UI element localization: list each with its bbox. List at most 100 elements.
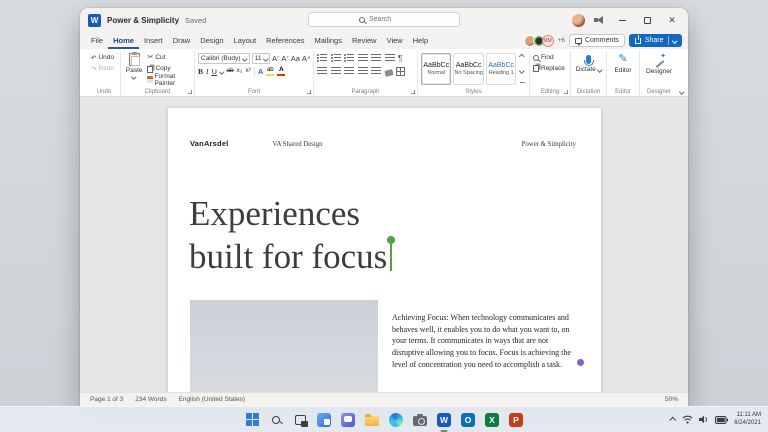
highlight-button[interactable]: ab [266,67,275,76]
close-button[interactable]: ✕ [664,13,680,27]
task-view-button[interactable] [292,412,308,428]
document-image[interactable] [190,300,378,392]
comments-button[interactable]: Comments [568,34,625,47]
shrink-font-button[interactable]: A ˅ [281,54,288,63]
font-family-select[interactable]: Calibri (Body) [198,53,250,64]
tab-references[interactable]: References [261,32,309,49]
edge-button[interactable] [388,412,404,428]
tab-mailings[interactable]: Mailings [309,32,347,49]
tab-view[interactable]: View [382,32,408,49]
align-center-button[interactable] [330,67,341,76]
cut-button[interactable]: ✂ Cut [147,52,191,63]
collaborator-overflow-count[interactable]: +6 [558,37,565,44]
borders-button[interactable] [396,67,405,76]
outlook-button[interactable]: O [460,412,476,428]
share-button[interactable]: Share [628,34,682,47]
word-taskbar-button[interactable]: W [436,412,452,432]
tab-review[interactable]: Review [347,32,382,49]
justify-button[interactable] [357,67,368,76]
decrease-indent-button[interactable] [357,54,368,63]
change-case-button[interactable]: Aa [291,55,300,63]
word-app-icon[interactable]: W [88,13,101,27]
megaphone-icon[interactable] [594,16,605,24]
taskbar-search-button[interactable] [268,412,284,428]
chat-button[interactable] [340,412,356,428]
battery-icon[interactable] [715,415,729,424]
document-canvas[interactable]: VanArsdel VA Shared Design Power & Simpl… [80,97,688,392]
editing-dialog-launcher[interactable] [564,90,568,94]
align-left-button[interactable] [317,67,327,76]
file-explorer-button[interactable] [364,412,380,428]
user-avatar[interactable] [572,13,585,27]
excel-button[interactable]: X [484,412,500,428]
styles-more-button[interactable] [519,82,525,83]
language-indicator[interactable]: English (United States) [179,396,245,403]
redo-button[interactable]: ↷ Redo [91,63,117,74]
tab-home[interactable]: Home [108,32,139,49]
text-effects-button[interactable]: A [258,68,263,76]
font-color-button[interactable]: A [277,66,286,77]
search-box[interactable] [308,12,460,27]
widgets-button[interactable] [316,412,332,428]
tab-file[interactable]: File [86,32,108,49]
find-button[interactable]: Find [533,52,567,63]
volume-icon[interactable] [699,415,709,424]
clear-formatting-button[interactable]: A ◢ [302,54,310,63]
wifi-icon[interactable] [682,415,693,424]
tab-draw[interactable]: Draw [168,32,196,49]
bullets-button[interactable] [317,54,327,63]
replace-button[interactable]: Replace [533,63,567,74]
tab-help[interactable]: Help [408,32,433,49]
ribbon-collapse-chevron[interactable] [678,88,684,94]
tab-insert[interactable]: Insert [139,32,168,49]
strikethrough-button[interactable]: ab [226,68,233,75]
document-heading[interactable]: Experiences built for focus [189,192,396,278]
page-indicator[interactable]: Page 1 of 3 [90,396,123,403]
align-right-button[interactable] [344,67,354,76]
font-dialog-launcher[interactable] [307,90,311,94]
tray-overflow-chevron[interactable] [669,416,677,424]
tab-layout[interactable]: Layout [229,32,262,49]
grow-font-button[interactable]: A ˄ [272,54,279,63]
undo-button[interactable]: ↶ Undo [91,52,117,63]
paste-button[interactable]: Paste [124,52,144,85]
word-count[interactable]: 234 Words [135,396,166,403]
format-painter-button[interactable]: Format Painter [147,73,191,87]
sort-button[interactable] [384,54,395,63]
italic-button[interactable]: I [206,68,209,76]
line-spacing-button[interactable] [371,67,381,76]
camera-button[interactable] [412,412,428,428]
bold-button[interactable]: B [198,68,203,76]
dictate-button[interactable]: Dictate [574,52,603,85]
underline-button[interactable]: U [212,68,217,76]
show-formatting-marks-button[interactable]: ¶ [398,54,402,63]
editor-button[interactable]: ✎ Editor [610,52,636,85]
subscript-button[interactable]: x₂ [237,68,243,75]
style-no-spacing[interactable]: AaBbCc No Spacing [453,53,484,85]
styles-scroll-down[interactable] [519,67,525,73]
start-button[interactable] [244,412,260,428]
numbering-button[interactable] [330,54,341,63]
document-page[interactable]: VanArsdel VA Shared Design Power & Simpl… [168,108,601,392]
font-size-select[interactable]: 11 [251,53,270,64]
collaborator-presence-badge[interactable] [576,358,585,367]
powerpoint-button[interactable]: P [508,412,524,428]
paragraph-dialog-launcher[interactable] [411,90,415,94]
designer-button[interactable]: Designer [643,52,675,85]
styles-scroll-up[interactable] [519,54,525,60]
tab-design[interactable]: Design [195,32,228,49]
search-input[interactable] [369,16,409,23]
collaborator-avatar[interactable]: MM [541,34,554,47]
superscript-button[interactable]: x² [245,68,250,75]
clipboard-dialog-launcher[interactable] [188,90,192,94]
collaborator-avatars[interactable]: MM [523,34,554,47]
save-status[interactable]: Saved [185,16,206,25]
maximize-button[interactable] [639,13,655,27]
style-normal[interactable]: AaBbCc Normal [421,53,452,85]
minimize-button[interactable] [614,13,630,27]
body-paragraph[interactable]: Achieving Focus: When technology communi… [392,312,585,371]
taskbar-clock[interactable]: 11:11 AM 6/24/2021 [734,412,761,427]
multilevel-list-button[interactable] [344,54,354,63]
increase-indent-button[interactable] [371,54,381,63]
shading-button[interactable] [383,68,394,77]
